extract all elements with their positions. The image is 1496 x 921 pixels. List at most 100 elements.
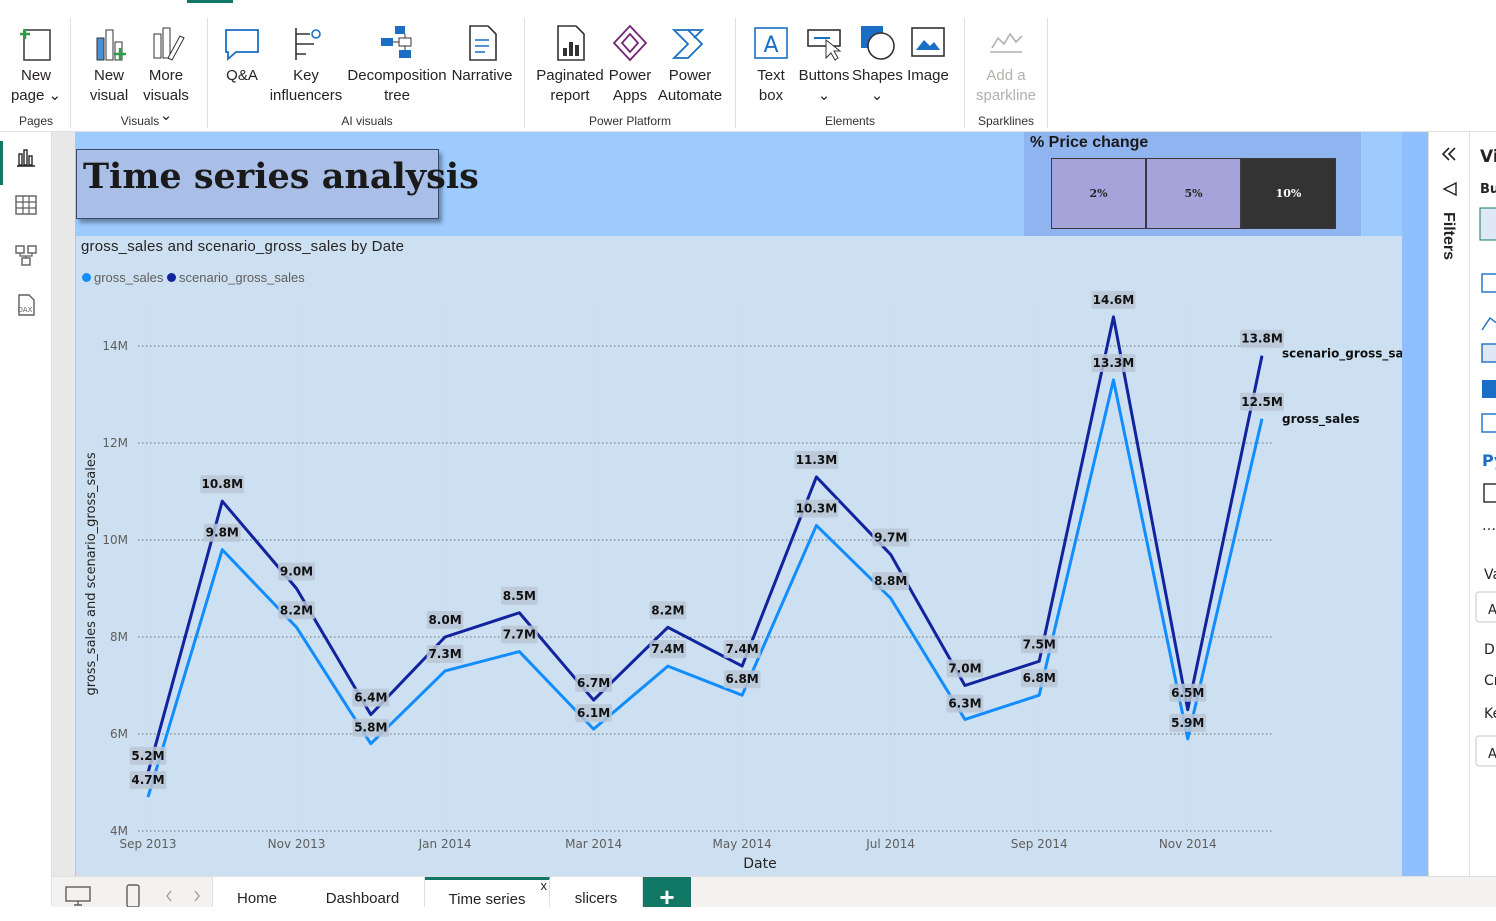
data-label: 8.0M — [428, 613, 461, 627]
new-visual-button[interactable]: New visual — [85, 22, 133, 106]
y-axis-title: gross_sales and scenario_gross_sales — [84, 452, 99, 695]
data-label-scenario-gross-sales: 13.8M — [1240, 329, 1284, 348]
data-label: 6.1M — [577, 706, 610, 720]
svg-text:DAX: DAX — [18, 306, 33, 314]
page-tab-dashboard[interactable]: Dashboard — [301, 877, 425, 907]
series-line-gross-sales — [146, 378, 1264, 798]
scroll-left-icon[interactable] — [164, 889, 174, 903]
data-label-gross-sales: 6.8M — [1020, 669, 1058, 688]
visualizations-pane-partial: Vi Bu Py … Va A D Cr Ke A — [1469, 132, 1496, 906]
legend-item-scenario-gross-sales[interactable]: scenario_gross_sales — [167, 270, 305, 285]
power-automate-icon — [671, 29, 705, 59]
x-tick-label: May 2014 — [713, 837, 772, 851]
x-tick-label: Jan 2014 — [418, 837, 472, 851]
report-view-icon[interactable] — [13, 144, 39, 170]
new-page-button[interactable]: New page ⌄ — [10, 22, 62, 106]
data-label: 7.5M — [1023, 637, 1056, 651]
page-tab-home[interactable]: Home — [212, 877, 302, 907]
series-end-label-scenario-gross-sales: scenario_gross_sales — [1282, 347, 1402, 362]
image-icon — [911, 27, 945, 57]
data-label-gross-sales: 7.7M — [500, 625, 538, 644]
narrative-button[interactable]: Narrative — [450, 22, 514, 86]
buttons-button[interactable]: Buttons ⌄ — [796, 22, 852, 106]
ribbon-separator — [207, 18, 208, 128]
model-view-icon[interactable] — [13, 242, 39, 268]
group-label-sparklines: Sparklines — [977, 114, 1035, 128]
scroll-right-icon[interactable] — [192, 889, 202, 903]
data-label: 6.4M — [354, 691, 387, 705]
group-label-visuals: Visuals — [120, 114, 160, 128]
data-label: 10.8M — [201, 477, 243, 491]
legend-dot-icon — [82, 273, 91, 282]
y-tick-label: 14M — [102, 339, 128, 353]
slicer-option-10pct[interactable]: 10% — [1241, 158, 1336, 229]
legend-item-gross-sales[interactable]: gross_sales — [82, 270, 163, 285]
chart-title: gross_sales and scenario_gross_sales by … — [81, 238, 405, 255]
power-apps-icon — [612, 24, 648, 62]
new-visual-icon — [96, 29, 126, 61]
data-label: 7.4M — [726, 642, 759, 656]
add-page-button[interactable]: + — [643, 877, 691, 912]
data-label: 9.0M — [280, 565, 313, 579]
qna-button[interactable]: Q&A — [220, 22, 264, 86]
group-label-elements: Elements — [824, 114, 876, 128]
svg-text:Va: Va — [1484, 567, 1496, 583]
mobile-layout-icon[interactable] — [124, 883, 142, 907]
paginated-report-button[interactable]: Paginated report — [535, 22, 605, 106]
svg-text:A: A — [763, 33, 778, 58]
data-label: 5.8M — [354, 721, 387, 735]
data-label: 11.3M — [796, 453, 838, 467]
data-label: 8.2M — [280, 603, 313, 617]
view-rail: DAX — [0, 132, 52, 906]
data-label: 7.4M — [651, 642, 684, 656]
data-label: 13.3M — [1093, 356, 1135, 370]
page-tab-slicers[interactable]: slicers — [550, 877, 643, 907]
ribbon-separator — [524, 18, 525, 128]
data-label-scenario-gross-sales: 9.0M — [278, 562, 315, 581]
key-influencers-icon — [295, 28, 321, 60]
power-automate-button[interactable]: Power Automate — [656, 22, 724, 106]
add-sparkline-button[interactable]: Add a sparkline — [972, 22, 1040, 106]
data-label: 6.8M — [1023, 671, 1056, 685]
close-tab-icon[interactable]: x — [541, 866, 548, 906]
power-apps-button[interactable]: Power Apps — [606, 22, 654, 106]
ribbon-separator — [1047, 18, 1048, 128]
price-change-slicer: % Price change 2% 5% 10% — [1024, 132, 1361, 236]
series-end-label-gross-sales: gross_sales — [1282, 412, 1360, 427]
report-title-box[interactable]: Time series analysis — [76, 149, 479, 219]
data-label-gross-sales: 6.8M — [723, 670, 761, 689]
dax-query-view-icon[interactable]: DAX — [13, 292, 39, 318]
data-label-scenario-gross-sales: 8.0M — [426, 611, 464, 629]
data-label: 8.2M — [651, 603, 684, 617]
data-label-scenario-gross-sales: 8.2M — [649, 601, 687, 620]
table-view-icon[interactable] — [13, 192, 39, 218]
key-influencers-button[interactable]: Key influencers — [268, 22, 344, 106]
filters-pane-collapsed[interactable]: Filters — [1429, 132, 1469, 906]
image-button[interactable]: Image — [904, 22, 952, 86]
shapes-button[interactable]: Shapes ⌄ — [852, 22, 903, 106]
new-page-icon — [20, 29, 51, 61]
svg-text:Bu: Bu — [1480, 182, 1496, 197]
slicer-option-5pct[interactable]: 5% — [1146, 158, 1241, 229]
more-visuals-button[interactable]: More visuals ⌄ — [138, 22, 194, 126]
expand-chevrons-icon[interactable] — [1439, 144, 1459, 164]
x-tick-label: Nov 2014 — [1159, 837, 1217, 851]
desktop-layout-icon[interactable] — [64, 885, 92, 907]
svg-text:Vi: Vi — [1480, 147, 1496, 167]
legend-dot-icon — [167, 273, 176, 282]
data-label: 5.2M — [131, 749, 164, 763]
group-label-ai-visuals: AI visuals — [341, 114, 393, 128]
group-label-power-platform: Power Platform — [588, 114, 672, 128]
slicer-option-2pct[interactable]: 2% — [1051, 158, 1146, 229]
data-label: 6.5M — [1171, 686, 1204, 700]
text-box-button[interactable]: A Text box — [748, 22, 794, 106]
page-tab-time-series[interactable]: Time series x — [425, 877, 550, 908]
data-label-scenario-gross-sales: 6.4M — [352, 688, 390, 707]
ribbon-separator — [735, 18, 736, 128]
qna-icon — [225, 29, 259, 61]
data-label-gross-sales: 12.5M — [1240, 392, 1284, 411]
data-label-scenario-gross-sales: 7.4M — [723, 640, 761, 659]
data-label-gross-sales: 9.8M — [203, 523, 241, 542]
decomposition-tree-button[interactable]: Decomposition tree — [345, 22, 449, 106]
data-label: 6.3M — [948, 696, 981, 710]
